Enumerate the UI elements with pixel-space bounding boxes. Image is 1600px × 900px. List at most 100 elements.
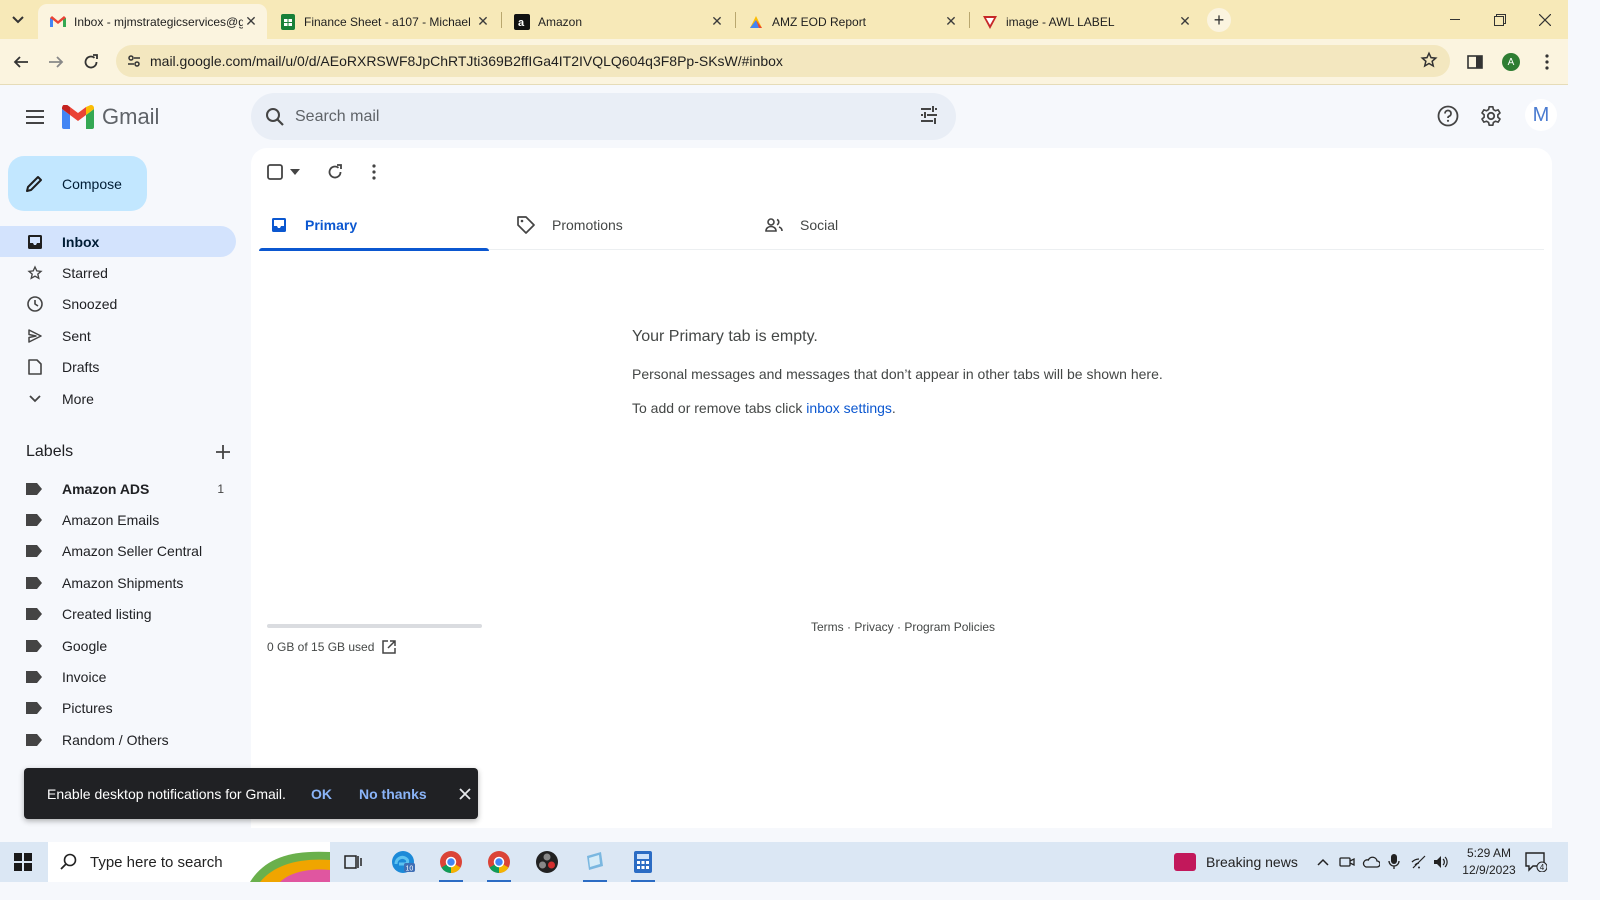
wifi-icon[interactable]	[1410, 853, 1428, 871]
settings-gear-icon[interactable]	[1478, 103, 1504, 129]
chrome-taskbar-icon[interactable]	[428, 842, 474, 882]
terms-link[interactable]: Terms	[811, 620, 844, 634]
obs-studio-icon[interactable]	[524, 842, 570, 882]
tab-title: image - AWL LABEL	[1006, 14, 1115, 29]
taskbar-search-box[interactable]: Type here to search	[48, 842, 330, 882]
close-tab-icon[interactable]: ✕	[943, 13, 959, 30]
label-item[interactable]: Invoice	[0, 661, 236, 692]
label-item[interactable]: Random / Others	[0, 724, 236, 755]
tray-chevron-up-icon[interactable]	[1314, 853, 1332, 871]
close-icon[interactable]	[455, 784, 475, 804]
chrome-menu-icon[interactable]	[1534, 49, 1560, 75]
edge-browser-icon[interactable]: 10	[380, 842, 426, 882]
news-widget[interactable]: Breaking news	[1174, 842, 1298, 882]
notepad-icon[interactable]	[572, 842, 618, 882]
nav-item-drafts[interactable]: Drafts	[0, 352, 236, 383]
windows-taskbar: Type here to search 10 Breaking news 5:2…	[0, 842, 1568, 882]
storage-bar	[267, 624, 482, 628]
notification-center-icon[interactable]: 4	[1524, 851, 1548, 873]
bookmark-star-icon[interactable]	[1420, 51, 1438, 69]
site-info-icon[interactable]	[118, 53, 150, 69]
nav-item-snoozed[interactable]: Snoozed	[0, 289, 236, 320]
search-bar[interactable]	[251, 93, 956, 140]
label-item[interactable]: Amazon Seller Central	[0, 536, 236, 567]
label-tag-icon	[26, 480, 44, 498]
address-bar[interactable]: mail.google.com/mail/u/0/d/AEoRXRSWF8JpC…	[116, 45, 1450, 77]
side-panel-icon[interactable]	[1462, 49, 1488, 75]
browser-tab-finance-sheet[interactable]: Finance Sheet - a107 - Michael ✕	[268, 4, 499, 39]
empty-state: Your Primary tab is empty. Personal mess…	[632, 328, 1163, 434]
chrome-profile-avatar[interactable]: A	[1498, 49, 1524, 75]
taskbar-clock[interactable]: 5:29 AM 12/9/2023	[1456, 845, 1522, 879]
privacy-link[interactable]: Privacy	[854, 620, 893, 634]
more-options-icon[interactable]	[372, 160, 376, 184]
microphone-icon[interactable]	[1385, 853, 1403, 871]
inbox-tab-icon	[269, 217, 289, 233]
nav-item-inbox[interactable]: Inbox	[0, 226, 236, 258]
search-icon	[60, 853, 77, 870]
refresh-icon[interactable]	[327, 160, 343, 184]
close-tab-icon[interactable]: ✕	[1177, 13, 1193, 30]
browser-tab-gmail[interactable]: Inbox - mjmstrategicservices@g ✕	[38, 4, 267, 39]
tab-social[interactable]: Social	[754, 200, 984, 250]
nav-item-sent[interactable]: Sent	[0, 320, 236, 351]
help-icon[interactable]	[1435, 103, 1461, 129]
news-text: Breaking news	[1206, 854, 1298, 870]
onedrive-cloud-icon[interactable]	[1362, 853, 1380, 871]
browser-tab-strip: Inbox - mjmstrategicservices@g ✕ Finance…	[0, 0, 1568, 39]
select-dropdown-icon[interactable]	[290, 169, 300, 175]
main-menu-icon[interactable]	[22, 104, 48, 130]
gmail-wordmark: Gmail	[102, 104, 160, 129]
empty-settings-hint: To add or remove tabs click inbox settin…	[632, 400, 896, 416]
close-tab-icon[interactable]: ✕	[709, 13, 725, 30]
select-checkbox[interactable]	[267, 160, 300, 184]
toast-ok-button[interactable]: OK	[311, 786, 345, 802]
label-item[interactable]: Pictures	[0, 693, 236, 724]
browser-tab-amz-eod-report[interactable]: AMZ EOD Report ✕	[736, 4, 967, 39]
gmail-logo[interactable]: Gmail	[62, 104, 159, 130]
compose-button[interactable]: Compose	[8, 156, 147, 211]
close-tab-icon[interactable]: ✕	[475, 13, 491, 30]
volume-icon[interactable]	[1432, 853, 1450, 871]
back-arrow-icon[interactable]	[8, 49, 34, 75]
close-window-icon[interactable]	[1522, 0, 1568, 39]
toast-no-thanks-button[interactable]: No thanks	[359, 786, 447, 802]
calculator-icon[interactable]	[620, 842, 666, 882]
windows-start-icon[interactable]	[0, 842, 46, 882]
search-options-icon[interactable]	[918, 104, 940, 126]
close-tab-icon[interactable]: ✕	[243, 13, 259, 30]
tab-title: Inbox - mjmstrategicservices@g	[74, 14, 243, 29]
label-item[interactable]: Amazon Emails	[0, 504, 236, 535]
tab-promotions[interactable]: Promotions	[506, 200, 736, 250]
add-label-plus-icon[interactable]	[216, 445, 230, 459]
nav-item-more[interactable]: More	[0, 383, 236, 414]
label-tag-icon	[26, 731, 44, 749]
new-tab-plus-icon[interactable]: +	[1207, 8, 1231, 32]
label-tag-icon	[26, 542, 44, 560]
restore-icon[interactable]	[1477, 0, 1523, 39]
report-icon	[748, 14, 764, 30]
chevron-down-icon	[26, 390, 44, 408]
label-tag-icon	[26, 511, 44, 529]
program-policies-link[interactable]: Program Policies	[904, 620, 995, 634]
reload-icon[interactable]	[78, 49, 104, 75]
inbox-settings-link[interactable]: inbox settings	[806, 400, 892, 416]
meet-now-icon[interactable]	[1338, 853, 1356, 871]
chrome-profile-taskbar-icon[interactable]	[476, 842, 522, 882]
task-view-icon[interactable]	[330, 842, 376, 882]
label-item[interactable]: Amazon ADS 1	[0, 473, 236, 504]
account-avatar[interactable]: M	[1525, 99, 1557, 131]
search-icon[interactable]	[263, 105, 287, 129]
forward-arrow-icon[interactable]	[43, 49, 69, 75]
nav-item-starred[interactable]: Starred	[0, 257, 236, 288]
label-item[interactable]: Amazon Shipments	[0, 567, 236, 598]
search-input[interactable]	[295, 107, 895, 126]
minimize-icon[interactable]	[1432, 0, 1478, 39]
browser-tab-awl-label[interactable]: image - AWL LABEL ✕	[970, 4, 1201, 39]
tab-search-chevron-icon[interactable]	[6, 8, 30, 32]
tab-primary[interactable]: Primary	[259, 200, 489, 251]
open-external-icon[interactable]	[382, 640, 397, 654]
label-item[interactable]: Google	[0, 630, 236, 661]
browser-tab-amazon[interactable]: a Amazon ✕	[502, 4, 733, 39]
label-item[interactable]: Created listing	[0, 599, 236, 630]
